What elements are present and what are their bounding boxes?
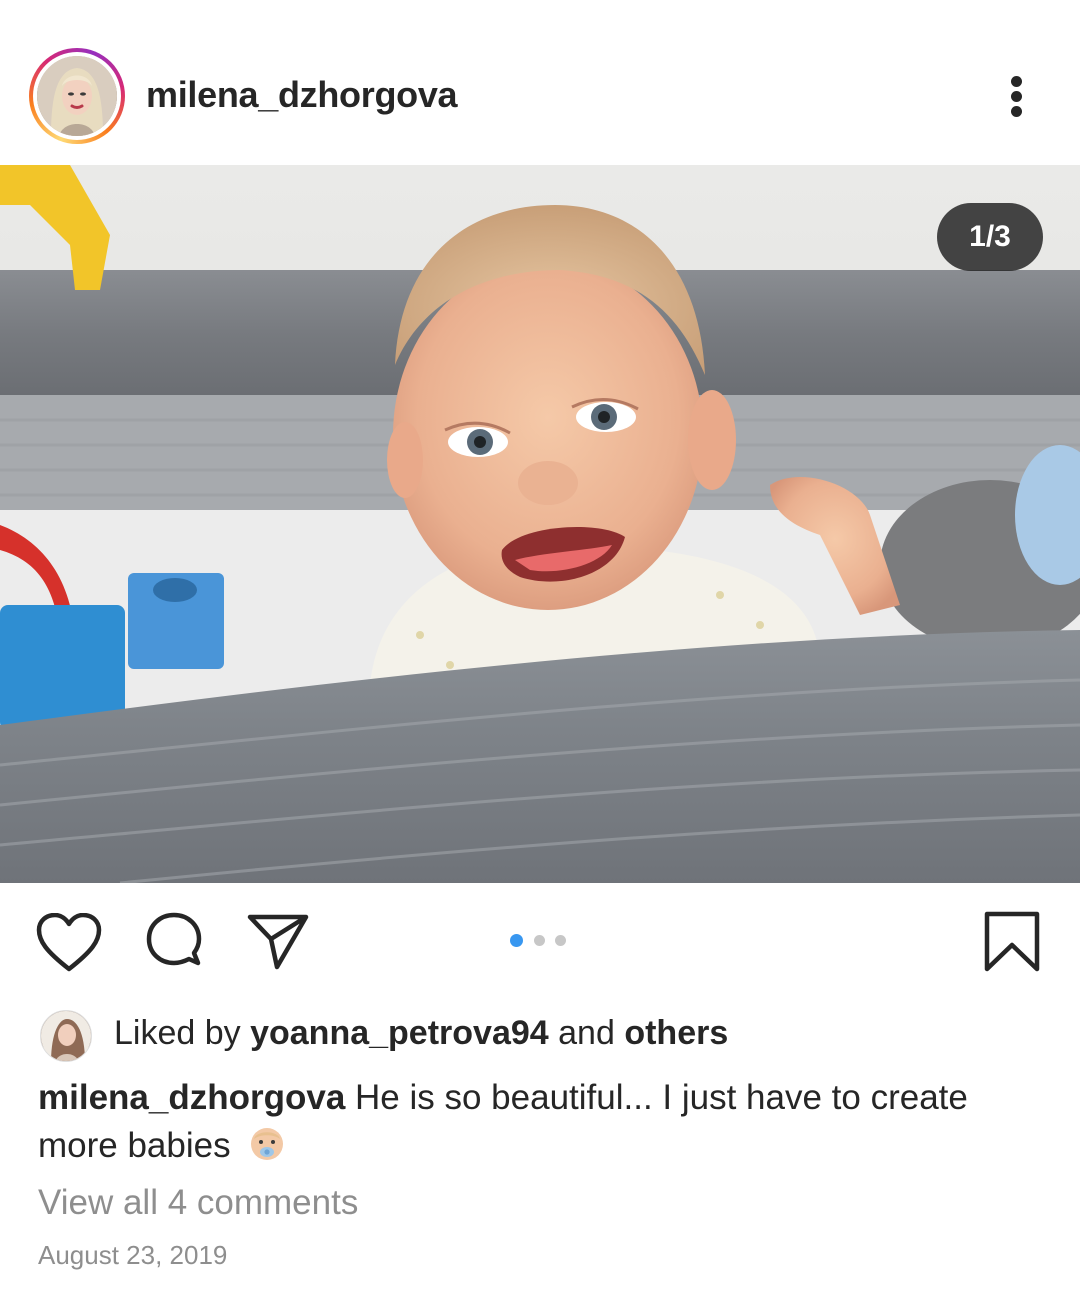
liker-avatar[interactable] — [40, 1010, 92, 1062]
caption-username[interactable]: milena_dzhorgova — [38, 1078, 345, 1117]
likes-row: Liked by yoanna_petrova94 and others — [40, 1010, 1040, 1062]
bookmark-icon[interactable] — [984, 911, 1040, 973]
likes-summary: Liked by yoanna_petrova94 and others — [114, 1014, 728, 1053]
post-header: milena_dzhorgova — [0, 0, 1080, 165]
story-ring[interactable] — [29, 48, 125, 144]
post-username[interactable]: milena_dzhorgova — [146, 74, 458, 116]
baby-photo — [0, 165, 1080, 883]
likes-prefix: Liked by — [114, 1014, 241, 1052]
more-vertical-icon[interactable] — [1000, 72, 1034, 120]
carousel-dot-1 — [510, 934, 523, 947]
carousel-dot-3 — [555, 935, 566, 946]
likes-others-link[interactable]: others — [624, 1014, 728, 1052]
post-caption: milena_dzhorgova He is so beautiful... I… — [38, 1074, 1038, 1170]
likes-joiner: and — [558, 1014, 615, 1052]
post-date: August 23, 2019 — [38, 1240, 228, 1270]
carousel-dot-2 — [534, 935, 545, 946]
baby-emoji-icon — [251, 1128, 284, 1160]
avatar-image — [37, 56, 117, 136]
image-counter-badge: 1/3 — [937, 203, 1043, 271]
comment-icon[interactable] — [142, 911, 206, 975]
avatar[interactable] — [37, 56, 117, 136]
post-image[interactable]: 1/3 — [0, 165, 1080, 883]
liker-avatar-image — [41, 1011, 91, 1061]
liker-username[interactable]: yoanna_petrova94 — [250, 1014, 549, 1052]
view-comments-link[interactable]: View all 4 comments — [38, 1183, 358, 1223]
heart-icon[interactable] — [36, 913, 102, 973]
avatar-ring-gap — [33, 52, 121, 140]
send-icon[interactable] — [246, 913, 310, 971]
